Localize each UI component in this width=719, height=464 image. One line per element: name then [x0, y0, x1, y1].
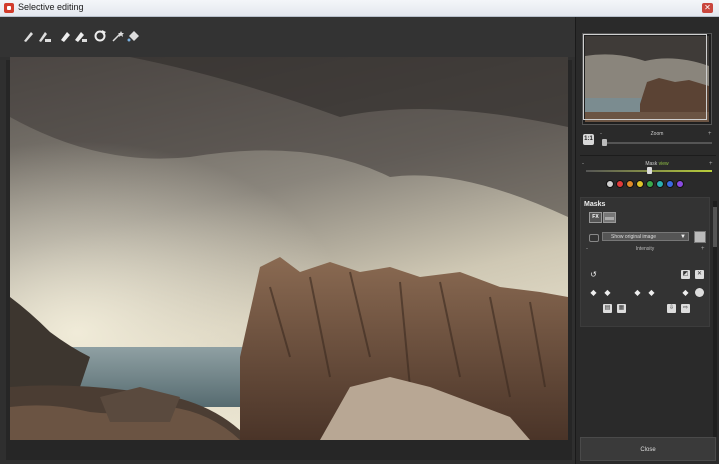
image-mode-button[interactable] [603, 212, 616, 223]
mask-color-dot[interactable] [616, 180, 624, 188]
masks-title: Masks [584, 201, 606, 208]
mask-color-dot[interactable] [656, 180, 664, 188]
view-mode-value: Show original image [611, 234, 657, 240]
intensity-plus[interactable]: + [701, 246, 705, 252]
brush-icon[interactable] [22, 29, 36, 43]
mask-color-dot[interactable] [646, 180, 654, 188]
app-icon [4, 3, 14, 13]
mask-color-dot[interactable] [606, 180, 614, 188]
panel-scrollbar[interactable] [713, 201, 717, 437]
magic-wand-icon[interactable] [111, 29, 125, 43]
mask-plus[interactable]: + [709, 161, 713, 167]
soft-edge-icon[interactable]: ◆ [681, 288, 690, 297]
clear-mask-icon[interactable]: ✕ [695, 270, 704, 279]
move-right-icon[interactable]: ◆ [603, 288, 612, 297]
fill-bucket-icon[interactable] [126, 29, 140, 43]
zoom-slider-track[interactable] [604, 142, 712, 144]
load-mask-icon[interactable]: ⇩ [667, 304, 676, 313]
window-title: Selective editing [18, 2, 84, 12]
mask-color-dot[interactable] [626, 180, 634, 188]
move-left-icon[interactable]: ◆ [589, 288, 598, 297]
close-button[interactable]: Close [580, 437, 716, 461]
mask-color-dot[interactable] [676, 180, 684, 188]
fit-to-view-button[interactable]: 1:1 [583, 134, 594, 145]
title-bar: Selective editing ✕ [0, 0, 719, 17]
mask-view-label: Mask view [596, 161, 718, 167]
chevron-down-icon: ▼ [680, 234, 686, 240]
right-panel: 1:1 - Zoom + - Mask view + Masks FX Show… [575, 17, 719, 464]
undo-icon[interactable]: ↺ [589, 270, 598, 279]
zoom-plus[interactable]: + [708, 131, 712, 137]
shrink-icon[interactable]: ◆ [633, 288, 642, 297]
mask-hint: view [658, 161, 669, 167]
eye-icon[interactable] [589, 234, 599, 242]
brush-plus-icon[interactable] [37, 29, 51, 43]
mask-minus[interactable]: - [582, 161, 584, 167]
mask-color-dot[interactable] [636, 180, 644, 188]
mask-opacity-handle[interactable] [647, 167, 652, 174]
fx-button[interactable]: FX [589, 212, 602, 223]
view-mode-select[interactable]: Show original image ▼ [602, 232, 689, 241]
viewport-selection[interactable] [583, 34, 707, 120]
intensity-label: Intensity [635, 246, 655, 252]
copy-mask-icon[interactable]: ▤ [603, 304, 612, 313]
masks-panel: Masks FX Show original image ▼ - Intensi… [580, 197, 710, 327]
divider [580, 155, 716, 156]
zoom-slider-handle[interactable] [602, 139, 607, 146]
photo-canvas[interactable] [10, 57, 568, 440]
grow-icon[interactable]: ◆ [647, 288, 656, 297]
hard-edge-icon[interactable] [695, 288, 704, 297]
save-mask-icon[interactable]: ⇨ [681, 304, 690, 313]
invert-mask-icon[interactable]: ◩ [681, 270, 690, 279]
tool-toolbar [0, 17, 575, 57]
mask-color-dot[interactable] [666, 180, 674, 188]
eraser-icon[interactable] [58, 29, 72, 43]
window-close-button[interactable]: ✕ [702, 3, 713, 13]
zoom-label: Zoom [650, 131, 664, 137]
scrollbar-thumb[interactable] [713, 207, 717, 247]
grid-icon[interactable] [694, 231, 706, 243]
refresh-brush-icon[interactable] [93, 29, 107, 43]
navigator-thumbnail[interactable] [582, 33, 712, 125]
eraser-plus-icon[interactable] [73, 29, 87, 43]
paste-mask-icon[interactable]: ▦ [617, 304, 626, 313]
